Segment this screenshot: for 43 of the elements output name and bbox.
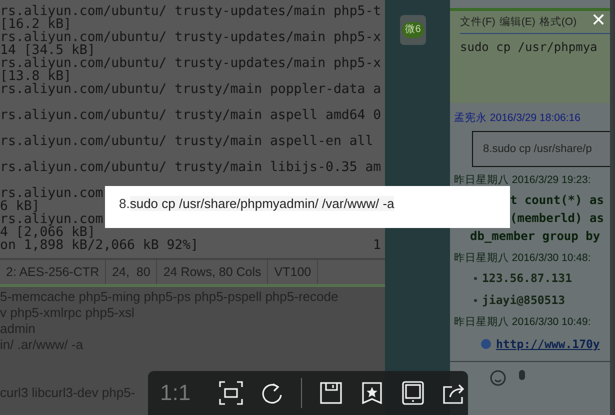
app-badge[interactable]: 微6 <box>402 22 424 38</box>
message-header: 孟宪永 2016/3/29 18:06:16 <box>454 111 582 126</box>
terminal-line: rs.aliyun.com/ubuntu/ trusty-updates/main php5-x <box>0 57 382 70</box>
terminal-line: rs.aliyun.com/ubuntu/ trusty/main aspell-en all <box>0 135 374 148</box>
actual-size-button[interactable]: 1:1 <box>160 380 202 406</box>
message-header: 昨日星期八 2016/3/30 10:48: <box>454 251 592 266</box>
terminal-text: 1 <box>373 239 381 252</box>
close-button[interactable]: ✕ <box>588 10 610 31</box>
terminal-line: on 1,898 kB/2,066 kB 92%] <box>0 239 198 252</box>
terminal-line: rs.aliyun.com <box>0 187 104 200</box>
input-text: sudo cp /usr/phpmya <box>460 40 598 54</box>
bullet-text: jiayi@850513 <box>482 293 566 307</box>
menu-item[interactable]: 文件(F) <box>460 15 496 29</box>
terminal-line: rs.aliyun.com <box>0 213 104 226</box>
menu-item[interactable]: 编辑(E) <box>499 15 536 29</box>
message-header: 昨日星期八 2016/3/30 10:49: <box>454 315 592 330</box>
fit-to-screen-icon[interactable] <box>219 381 243 405</box>
bullet-icon <box>474 276 477 280</box>
bookmark-icon[interactable] <box>360 381 384 405</box>
terminal-line: 4 [2,066 kB] <box>0 226 96 239</box>
code-line: db_member group by <box>470 228 600 245</box>
smiley-icon[interactable] <box>490 370 506 386</box>
terminal-line: rs.aliyun.com/ubuntu/ trusty/main libijs-0.35 am <box>0 161 382 174</box>
quoted-message: 8.sudo cp /usr/share/p <box>472 131 610 167</box>
terminal-line: rs.aliyun.com/ubuntu/ trusty-updates/main php5-x <box>0 31 382 44</box>
terminal-line: 14 [34.5 kB] <box>0 44 96 57</box>
code-line: t count(*) as <box>509 192 604 209</box>
menu-item[interactable]: 格式(O) <box>539 15 577 29</box>
rotate-icon[interactable] <box>260 381 284 405</box>
bullet-icon <box>474 298 477 302</box>
terminal-line: rs.aliyun.com/ubuntu/ trusty-updates/main php5-t <box>0 5 382 18</box>
terminal-line: 6 kB] <box>0 200 40 213</box>
terminal-line: [16.2 kB] <box>0 18 72 31</box>
terminal-line: rs.aliyun.com/ubuntu/ trusty/main aspell amd64 0 <box>0 109 382 122</box>
bullet-text: 123.56.87.131 <box>482 271 572 285</box>
code-line: (memberld) as <box>509 210 604 227</box>
tablet-icon[interactable] <box>401 381 425 405</box>
command-text: 8.sudo cp /usr/share/phpmyadmin/ /var/www/ -a <box>119 196 396 211</box>
terminal-line: [13.8 kB] <box>0 70 72 83</box>
terminal-line: rs.aliyun.com/ubuntu/ trusty/main poppler-data a <box>0 83 382 96</box>
message-header: 昨日星期八 2016/3/29 19:23: <box>454 173 592 188</box>
link[interactable]: http://www.170y <box>496 337 600 351</box>
save-icon[interactable] <box>319 381 343 405</box>
